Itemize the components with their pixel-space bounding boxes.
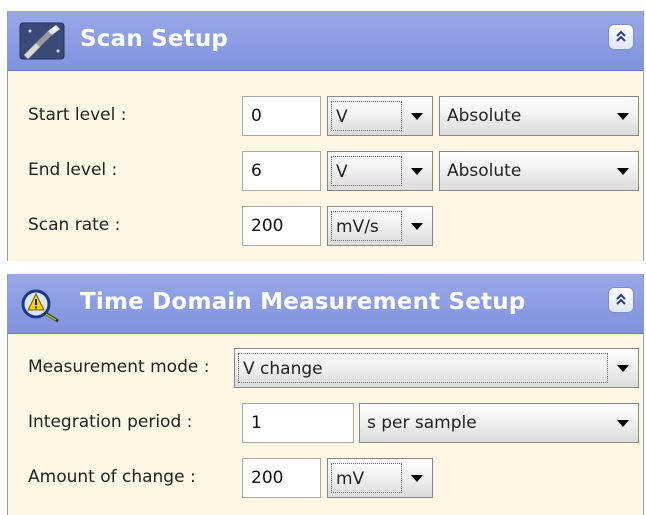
- scan-setup-title: Scan Setup: [80, 26, 229, 52]
- double-chevron-up-icon: [616, 30, 626, 42]
- chevron-down-icon: [617, 420, 629, 427]
- start-level-row: Start level : 0 V Absolute: [8, 96, 643, 136]
- scan-setup-collapse-button[interactable]: [608, 24, 634, 50]
- scan-rate-input[interactable]: 200: [242, 206, 321, 246]
- start-level-input[interactable]: 0: [242, 96, 321, 136]
- start-level-mode-value: Absolute: [447, 106, 522, 126]
- end-level-unit-select[interactable]: V: [327, 151, 433, 191]
- scan-rate-unit-select[interactable]: mV/s: [327, 206, 433, 246]
- amount-of-change-label: Amount of change :: [28, 467, 196, 487]
- start-level-unit-select[interactable]: V: [327, 96, 433, 136]
- end-level-mode-value: Absolute: [447, 161, 522, 181]
- amount-of-change-unit-select[interactable]: mV: [327, 458, 433, 498]
- scan-rate-row: Scan rate : 200 mV/s: [8, 206, 643, 246]
- chevron-down-icon: [411, 223, 423, 230]
- end-level-label: End level :: [28, 160, 118, 180]
- end-level-input[interactable]: 6: [242, 151, 321, 191]
- chevron-down-icon: [617, 365, 629, 372]
- scan-rate-label: Scan rate :: [28, 215, 121, 235]
- integration-period-input[interactable]: 1: [242, 403, 354, 443]
- amount-of-change-input[interactable]: 200: [242, 458, 321, 498]
- chevron-down-icon: [617, 168, 629, 175]
- scan-rate-unit-value: mV/s: [331, 211, 402, 241]
- measurement-icon: [21, 289, 59, 323]
- time-domain-collapse-button[interactable]: [608, 287, 634, 313]
- measurement-mode-row: Measurement mode : V change: [8, 348, 643, 388]
- chevron-down-icon: [411, 168, 423, 175]
- integration-period-label: Integration period :: [28, 412, 193, 432]
- start-level-unit-value: V: [331, 101, 402, 131]
- scan-setup-header[interactable]: Scan Setup: [8, 11, 643, 71]
- measurement-mode-select[interactable]: V change: [234, 348, 639, 388]
- probe-icon: [19, 22, 65, 60]
- integration-period-unit-value: s per sample: [367, 413, 477, 433]
- time-domain-title: Time Domain Measurement Setup: [80, 289, 526, 315]
- integration-period-row: Integration period : 1 s per sample: [8, 403, 643, 443]
- end-level-mode-select[interactable]: Absolute: [439, 151, 639, 191]
- chevron-down-icon: [411, 113, 423, 120]
- time-domain-panel: Time Domain Measurement Setup Measuremen…: [7, 274, 644, 515]
- amount-of-change-row: Amount of change : 200 mV: [8, 458, 643, 498]
- measurement-mode-value: V change: [238, 353, 608, 383]
- chevron-down-icon: [617, 113, 629, 120]
- start-level-label: Start level :: [28, 105, 127, 125]
- scan-setup-panel: Scan Setup Start level : 0 V Absolute En…: [7, 11, 644, 261]
- start-level-mode-select[interactable]: Absolute: [439, 96, 639, 136]
- double-chevron-up-icon: [616, 293, 626, 305]
- time-domain-header[interactable]: Time Domain Measurement Setup: [8, 274, 643, 334]
- end-level-unit-value: V: [331, 156, 402, 186]
- integration-period-unit-select[interactable]: s per sample: [359, 403, 639, 443]
- amount-of-change-unit-value: mV: [331, 463, 402, 493]
- end-level-row: End level : 6 V Absolute: [8, 151, 643, 191]
- measurement-mode-label: Measurement mode :: [28, 357, 210, 377]
- chevron-down-icon: [411, 475, 423, 482]
